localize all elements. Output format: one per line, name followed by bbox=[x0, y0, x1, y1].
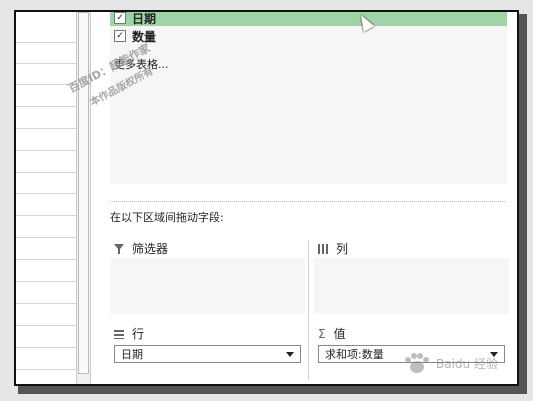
drag-instruction: 在以下区域间拖动字段: bbox=[110, 211, 224, 224]
spreadsheet-grid bbox=[16, 12, 76, 384]
filters-label: 筛选器 bbox=[132, 242, 169, 256]
values-area-header: Σ 值 bbox=[318, 325, 346, 342]
values-field-value: 求和项:数量 bbox=[325, 348, 384, 361]
values-label: 值 bbox=[333, 327, 346, 341]
rows-icon bbox=[114, 329, 124, 339]
rows-field-dropdown[interactable]: 日期 bbox=[114, 345, 301, 363]
columns-area-header: 列 bbox=[318, 240, 348, 257]
columns-label: 列 bbox=[336, 242, 349, 256]
baidu-brand-text: Baidu 经验 bbox=[436, 356, 498, 371]
columns-icon bbox=[318, 243, 328, 254]
field-item-date[interactable]: ✓ 日期 bbox=[110, 11, 507, 26]
rows-label: 行 bbox=[132, 327, 145, 341]
area-separator bbox=[308, 240, 309, 380]
checkbox-icon[interactable]: ✓ bbox=[114, 12, 126, 24]
baidu-logo: Baidu 经验 bbox=[405, 353, 498, 373]
frame-shadow-bottom bbox=[18, 386, 527, 394]
checkbox-icon[interactable]: ✓ bbox=[114, 30, 126, 42]
scrollbar-thumb[interactable] bbox=[78, 12, 89, 374]
divider bbox=[110, 201, 505, 202]
field-item-quantity[interactable]: ✓ 数量 bbox=[114, 28, 156, 44]
frame-shadow-right bbox=[519, 14, 527, 392]
window: ✓ 日期 ✓ 数量 更多表格... 在以下区域间拖动字段: 筛选器 列 行 日期… bbox=[14, 10, 519, 386]
filters-area-header: 筛选器 bbox=[114, 240, 168, 257]
sigma-icon: Σ bbox=[318, 326, 326, 341]
pivot-field-panel: ✓ 日期 ✓ 数量 更多表格... 在以下区域间拖动字段: 筛选器 列 行 日期… bbox=[106, 12, 517, 384]
filters-drop-zone[interactable] bbox=[110, 258, 305, 314]
dropdown-arrow-icon[interactable] bbox=[286, 351, 294, 357]
rows-area-header: 行 bbox=[114, 325, 144, 342]
field-label: 日期 bbox=[132, 11, 157, 26]
field-list: ✓ 日期 ✓ 数量 更多表格... bbox=[110, 12, 507, 184]
rows-field-value: 日期 bbox=[121, 348, 143, 361]
columns-drop-zone[interactable] bbox=[314, 258, 509, 314]
filter-icon bbox=[114, 243, 124, 254]
